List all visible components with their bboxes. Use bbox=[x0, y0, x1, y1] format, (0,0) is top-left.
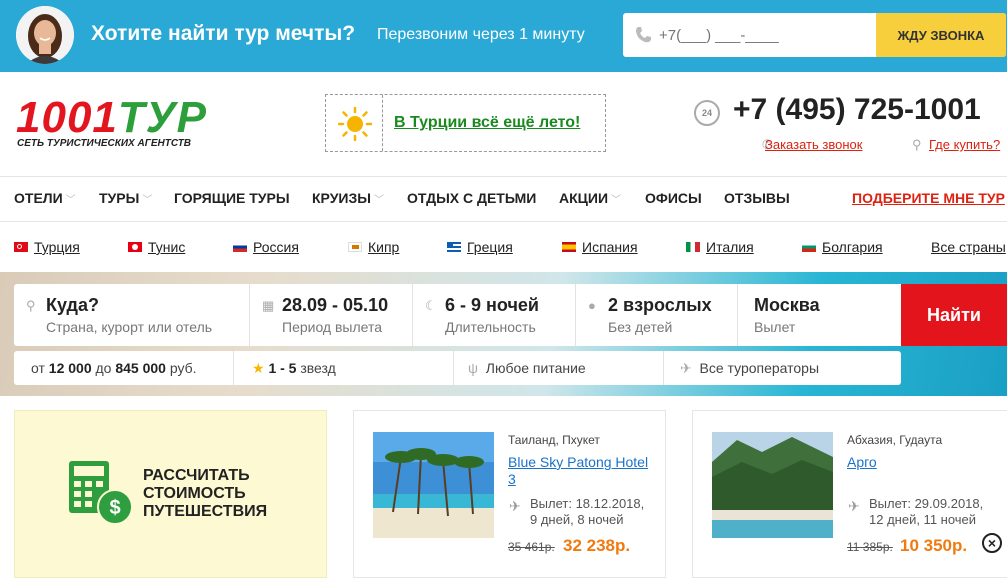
nav-offices[interactable]: ОФИСЫ bbox=[645, 190, 702, 206]
mountain-sea-image bbox=[712, 432, 833, 538]
consultant-avatar bbox=[16, 6, 74, 64]
nav-hotels[interactable]: ОТЕЛИ ﹀ bbox=[14, 190, 76, 206]
beach-palms-image bbox=[373, 432, 494, 538]
nav-cruises[interactable]: КРУИЗЫ ﹀ bbox=[312, 190, 384, 206]
new-price: 10 350р. bbox=[900, 536, 968, 555]
nav-hot-tours[interactable]: ГОРЯЩИЕ ТУРЫ bbox=[174, 190, 290, 206]
country-spain[interactable]: Испания bbox=[562, 239, 638, 255]
operators-filter[interactable]: ✈ Все туроператоры bbox=[664, 351, 901, 385]
country-links: Турция Тунис Россия Кипр Греция Испания … bbox=[0, 222, 1007, 272]
calendar-icon: ▦ bbox=[262, 298, 275, 313]
banner-subtitle: Перезвоним через 1 минуту bbox=[377, 26, 585, 43]
tour-card[interactable]: Таиланд, Пхукет Blue Sky Patong Hotel 3 … bbox=[353, 410, 666, 578]
new-price: 32 238р. bbox=[563, 536, 631, 555]
fork-knife-icon: ψ bbox=[468, 360, 478, 376]
24h-icon: 24 bbox=[694, 100, 720, 126]
promo-box: В Турции всё ещё лето! bbox=[325, 94, 606, 152]
calculator-money-icon: $ bbox=[69, 461, 133, 525]
bulgaria-flag-icon bbox=[802, 242, 816, 252]
departure-date: Вылет: 18.12.2018, bbox=[530, 496, 645, 511]
tour-location: Абхазия, Гудаута bbox=[847, 433, 943, 447]
old-price: 35 461р. bbox=[508, 540, 555, 554]
greece-flag-icon bbox=[447, 242, 461, 252]
old-price: 11 385р. bbox=[847, 540, 893, 554]
logo-number: 1001 bbox=[16, 93, 118, 142]
tour-location: Таиланд, Пхукет bbox=[508, 433, 600, 447]
nights-field[interactable]: ☾ 6 - 9 ночей Длительность bbox=[413, 284, 576, 346]
moon-icon: ☾ bbox=[425, 298, 437, 313]
callback-banner: Хотите найти тур мечты? Перезвоним через… bbox=[0, 0, 1007, 72]
person-icon: ● bbox=[588, 298, 596, 313]
chevron-down-icon: ﹀ bbox=[65, 195, 76, 206]
price-filter[interactable]: от 12 000 до 845 000 руб. bbox=[14, 351, 234, 385]
find-button[interactable]: Найти bbox=[901, 284, 1007, 346]
italy-flag-icon bbox=[686, 242, 700, 252]
departure-date: Вылет: 29.09.2018, bbox=[869, 496, 984, 511]
nav-reviews[interactable]: ОТЗЫВЫ bbox=[724, 190, 790, 206]
main-nav: ОТЕЛИ ﹀ ТУРЫ ﹀ ГОРЯЩИЕ ТУРЫ КРУИЗЫ ﹀ ОТДЫХ … bbox=[0, 176, 1007, 222]
map-pin-icon: ⚲ bbox=[912, 137, 922, 152]
dates-field[interactable]: ▦ 28.09 - 05.10 Период вылета bbox=[250, 284, 413, 346]
hotel-link[interactable]: Blue Sky Patong Hotel 3 bbox=[508, 454, 658, 488]
star-icon: ★ bbox=[252, 360, 265, 376]
country-all[interactable]: Все страны bbox=[931, 239, 1006, 255]
logo-tagline: СЕТЬ ТУРИСТИЧЕСКИХ АГЕНТСТВ bbox=[17, 138, 192, 149]
tour-duration: 9 дней, 8 ночей bbox=[530, 512, 624, 527]
plane-icon: ✈ bbox=[509, 498, 521, 514]
svg-text:$: $ bbox=[109, 497, 120, 519]
country-italy[interactable]: Италия bbox=[686, 239, 754, 255]
country-greece[interactable]: Греция bbox=[447, 239, 513, 255]
callback-form: Жду звонка bbox=[623, 13, 1006, 57]
search-filters: от 12 000 до 845 000 руб. ★ 1 - 5 звезд … bbox=[14, 351, 901, 385]
tour-duration: 12 дней, 11 ночей bbox=[869, 512, 977, 527]
turkey-flag-icon bbox=[14, 242, 28, 252]
chevron-down-icon: ﹀ bbox=[611, 195, 622, 206]
stars-filter[interactable]: ★ 1 - 5 звезд bbox=[234, 351, 454, 385]
nav-kids[interactable]: ОТДЫХ С ДЕТЬМИ bbox=[407, 190, 536, 206]
plane-icon: ✈ bbox=[680, 360, 692, 376]
logo-word: ТУР bbox=[117, 93, 207, 142]
map-pin-icon: ⚲ bbox=[26, 298, 36, 313]
chevron-down-icon: ﹀ bbox=[142, 195, 153, 206]
hotel-link[interactable]: Арго bbox=[847, 454, 997, 471]
country-turkey[interactable]: Турция bbox=[14, 239, 80, 255]
phone-icon bbox=[636, 27, 651, 43]
country-bulgaria[interactable]: Болгария bbox=[802, 239, 883, 255]
sun-icon bbox=[338, 107, 372, 141]
food-filter[interactable]: ψ Любое питание bbox=[454, 351, 664, 385]
plane-icon: ✈ bbox=[848, 498, 860, 514]
destination-field[interactable]: ⚲ Куда? Страна, курорт или отель bbox=[14, 284, 250, 346]
country-tunisia[interactable]: Тунис bbox=[128, 239, 185, 255]
pick-tour-link[interactable]: ПОДБЕРИТЕ МНЕ ТУР bbox=[852, 190, 1005, 206]
spain-flag-icon bbox=[562, 242, 576, 252]
calculate-trip-card[interactable]: $ РАССЧИТАТЬ СТОИМОСТЬ ПУТЕШЕСТВИЯ bbox=[14, 410, 327, 578]
tour-search-form: ⚲ Куда? Страна, курорт или отель ▦ 28.09… bbox=[14, 284, 901, 346]
travelers-field[interactable]: ● 2 взрослых Без детей bbox=[576, 284, 738, 346]
country-russia[interactable]: Россия bbox=[233, 239, 299, 255]
tunisia-flag-icon bbox=[128, 242, 142, 252]
country-cyprus[interactable]: Кипр bbox=[348, 239, 399, 255]
chevron-down-icon: ﹀ bbox=[373, 195, 384, 206]
site-logo[interactable]: 1001ТУР СЕТЬ ТУРИСТИЧЕСКИХ АГЕНТСТВ bbox=[16, 96, 221, 156]
order-call-link[interactable]: Заказать звонок bbox=[765, 137, 862, 152]
phone-input[interactable] bbox=[659, 21, 874, 49]
wait-call-button[interactable]: Жду звонка bbox=[876, 13, 1006, 57]
main-phone-number[interactable]: +7 (495) 725-1001 bbox=[733, 93, 981, 127]
close-icon[interactable]: × bbox=[982, 533, 1002, 553]
tour-card[interactable]: Абхазия, Гудаута Арго ✈ Вылет: 29.09.201… bbox=[692, 410, 1007, 578]
banner-title: Хотите найти тур мечты? bbox=[91, 22, 356, 45]
departure-city-field[interactable]: Москва Вылет bbox=[738, 284, 901, 346]
promo-link[interactable]: В Турции всё ещё лето! bbox=[394, 114, 580, 132]
cyprus-flag-icon bbox=[348, 242, 362, 252]
where-buy-link[interactable]: Где купить? bbox=[929, 137, 1000, 152]
nav-tours[interactable]: ТУРЫ ﹀ bbox=[99, 190, 152, 206]
russia-flag-icon bbox=[233, 242, 247, 252]
nav-promos[interactable]: АКЦИИ ﹀ bbox=[559, 190, 621, 206]
